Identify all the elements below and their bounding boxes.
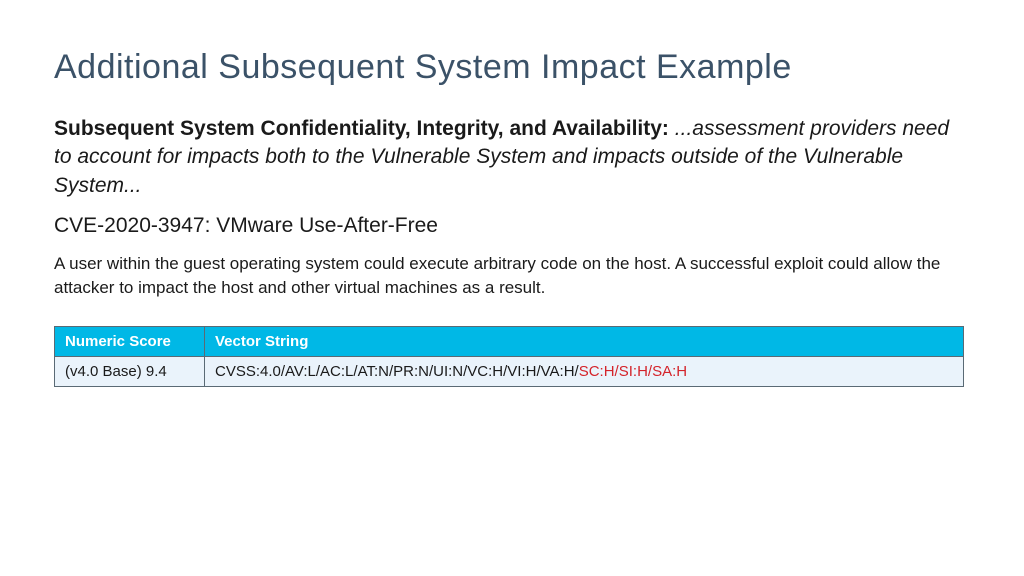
col-header-vector: Vector String xyxy=(205,326,964,356)
cvss-table: Numeric Score Vector String (v4.0 Base) … xyxy=(54,326,964,387)
cell-score: (v4.0 Base) 9.4 xyxy=(55,356,205,386)
vector-main: CVSS:4.0/AV:L/AC:L/AT:N/PR:N/UI:N/VC:H/V… xyxy=(215,363,579,380)
cell-vector: CVSS:4.0/AV:L/AC:L/AT:N/PR:N/UI:N/VC:H/V… xyxy=(205,356,964,386)
vector-highlight: SC:H/SI:H/SA:H xyxy=(579,363,687,380)
cve-description: A user within the guest operating system… xyxy=(54,252,970,300)
col-header-score: Numeric Score xyxy=(55,326,205,356)
slide-container: Additional Subsequent System Impact Exam… xyxy=(0,0,1024,427)
cve-heading: CVE-2020-3947: VMware Use-After-Free xyxy=(54,214,970,238)
table-header-row: Numeric Score Vector String xyxy=(55,326,964,356)
lead-paragraph: Subsequent System Confidentiality, Integ… xyxy=(54,115,970,200)
page-title: Additional Subsequent System Impact Exam… xyxy=(54,48,970,87)
table-row: (v4.0 Base) 9.4 CVSS:4.0/AV:L/AC:L/AT:N/… xyxy=(55,356,964,386)
lead-bold-text: Subsequent System Confidentiality, Integ… xyxy=(54,117,669,140)
